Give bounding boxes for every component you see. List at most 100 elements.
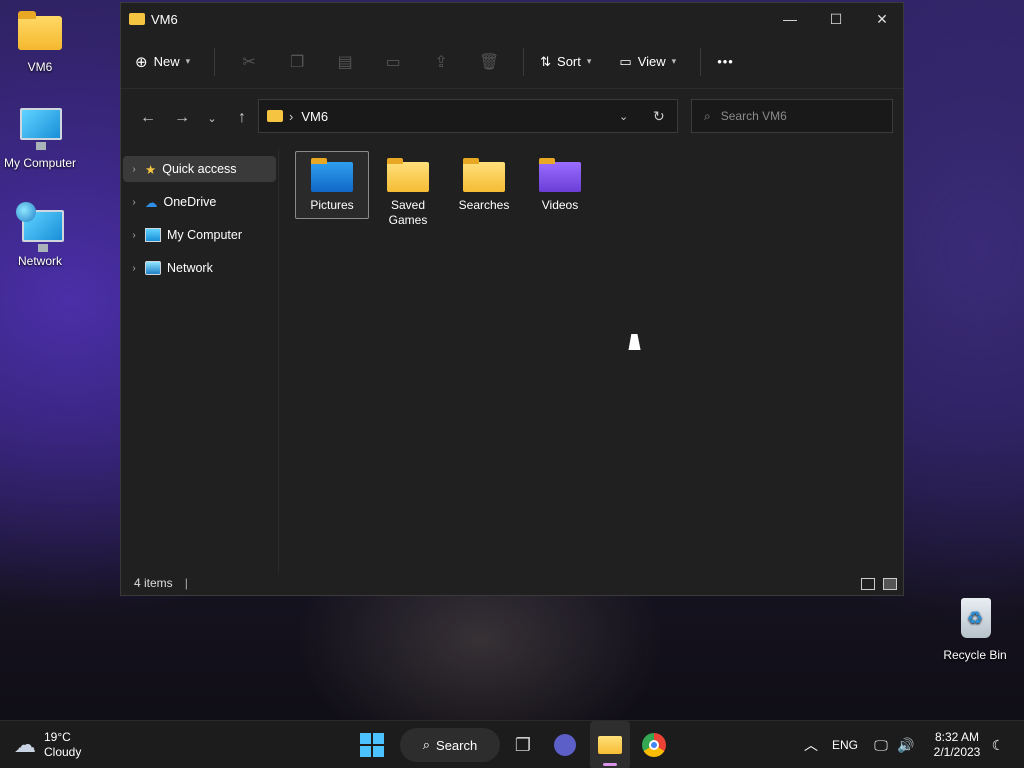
chevron-right-icon[interactable]: › xyxy=(123,164,145,175)
maximize-button[interactable]: ☐ xyxy=(813,3,859,35)
close-button[interactable]: ✕ xyxy=(859,3,905,35)
view-button[interactable]: ▭ View ▾ xyxy=(619,54,676,70)
start-button[interactable] xyxy=(354,721,390,768)
desktop-icon-label: Recycle Bin xyxy=(943,648,1007,662)
toolbar-divider xyxy=(523,47,525,76)
computer-icon xyxy=(16,104,64,152)
network-icon xyxy=(145,261,161,275)
breadcrumb-vm6[interactable]: VM6 xyxy=(301,109,328,124)
file-item-label: Searches xyxy=(458,198,510,212)
computer-icon xyxy=(145,228,161,242)
cloud-icon: ☁ xyxy=(145,195,158,210)
weather-temp: 19°C xyxy=(44,730,71,744)
rename-icon[interactable]: ▭ xyxy=(369,52,417,72)
sidebar-item-onedrive[interactable]: › ☁ OneDrive xyxy=(123,189,276,215)
windows-logo-icon xyxy=(360,733,384,757)
weather-widget[interactable]: ☁ 19°C Cloudy xyxy=(14,721,104,768)
navigation-pane: › ★ Quick access › ☁ OneDrive › My Compu… xyxy=(121,149,279,573)
breadcrumb-separator-icon: › xyxy=(289,108,294,124)
plus-circle-icon: ⊕ xyxy=(135,53,148,71)
cloud-icon: ☁ xyxy=(14,732,36,757)
address-history-chevron-icon[interactable]: ⌄ xyxy=(619,110,628,123)
sidebar-item-network[interactable]: › Network xyxy=(123,255,276,281)
taskbar-search-button[interactable]: ⌕ Search xyxy=(398,721,502,768)
clock-time: 8:32 AM xyxy=(934,730,980,744)
sidebar-item-label: OneDrive xyxy=(163,195,217,209)
chevron-right-icon[interactable]: › xyxy=(123,197,145,208)
language-indicator[interactable]: ENG xyxy=(826,721,864,768)
address-bar[interactable]: › VM6 ⌄ ↻ xyxy=(258,99,678,133)
folder-icon xyxy=(129,13,145,25)
status-bar: 4 items | xyxy=(121,571,903,595)
file-item-pictures[interactable]: Pictures xyxy=(295,151,369,219)
large-icons-view-icon[interactable] xyxy=(883,578,897,590)
clock[interactable]: 8:32 AM 2/1/2023 xyxy=(924,721,990,768)
chevron-down-icon: ▾ xyxy=(586,56,592,66)
file-item-label: Saved Games xyxy=(388,198,428,227)
toolbar-divider xyxy=(214,47,216,76)
desktop-icon-vm6[interactable]: VM6 xyxy=(0,8,80,74)
chevron-right-icon[interactable]: › xyxy=(123,263,145,274)
cut-icon[interactable]: ✂ xyxy=(225,52,273,72)
desktop-icon-my-computer[interactable]: My Computer xyxy=(0,104,80,170)
view-label: View xyxy=(637,54,666,69)
file-item-searches[interactable]: Searches xyxy=(447,151,521,219)
sidebar-item-quick-access[interactable]: › ★ Quick access xyxy=(123,156,276,182)
new-button[interactable]: ⊕ New ▾ xyxy=(135,53,190,71)
toolbar-divider xyxy=(700,47,702,76)
paste-icon[interactable]: ▤ xyxy=(321,52,369,72)
file-item-saved-games[interactable]: Saved Games xyxy=(371,151,445,227)
copy-icon[interactable]: ❐ xyxy=(273,52,321,72)
clock-date: 2/1/2023 xyxy=(933,745,981,759)
new-label: New xyxy=(153,54,180,69)
desktop-icon-recycle-bin[interactable]: Recycle Bin xyxy=(936,596,1014,662)
network-status-icon[interactable]: 🖵 xyxy=(870,721,892,768)
file-item-label: Videos xyxy=(541,198,579,212)
star-icon: ★ xyxy=(145,162,157,177)
chat-icon[interactable] xyxy=(548,721,582,768)
volume-icon[interactable]: 🔊 xyxy=(894,721,918,768)
recent-locations-chevron-icon[interactable]: ⌄ xyxy=(197,112,227,125)
refresh-icon[interactable]: ↻ xyxy=(653,108,665,125)
delete-icon[interactable]: 🗑 xyxy=(465,52,513,72)
sort-label: Sort xyxy=(557,54,581,69)
share-icon[interactable]: ⇪ xyxy=(417,52,465,72)
command-bar: ⊕ New ▾ ✂ ❐ ▤ ▭ ⇪ 🗑 ⇅ Sort ▾ ▭ View ▾ ••… xyxy=(121,35,903,89)
recycle-bin-icon xyxy=(951,596,999,644)
task-view-icon[interactable]: ❐ xyxy=(506,721,540,768)
desktop-icon-network[interactable]: Network xyxy=(0,202,80,268)
window-title: VM6 xyxy=(151,11,178,27)
more-options-button[interactable]: ••• xyxy=(717,54,734,69)
minimize-button[interactable]: — xyxy=(767,3,813,35)
forward-arrow-icon[interactable]: → xyxy=(167,109,197,127)
show-hidden-icons-chevron-icon[interactable]: ︿ xyxy=(800,721,822,768)
sidebar-item-my-computer[interactable]: › My Computer xyxy=(123,222,276,248)
back-arrow-icon[interactable]: ← xyxy=(133,109,163,127)
chevron-right-icon[interactable]: › xyxy=(123,230,145,241)
file-explorer-taskbar-icon[interactable] xyxy=(590,721,630,768)
desktop-icon-label: VM6 xyxy=(27,60,53,74)
search-box[interactable]: ⌕ Search VM6 xyxy=(691,99,893,133)
sort-icon: ⇅ xyxy=(540,53,552,69)
file-item-label: Pictures xyxy=(310,198,354,212)
file-explorer-window: VM6 — ☐ ✕ ⊕ New ▾ ✂ ❐ ▤ ▭ ⇪ 🗑 ⇅ Sort ▾ ▭… xyxy=(120,2,904,596)
sort-button[interactable]: ⇅ Sort ▾ xyxy=(540,54,591,70)
folder-icon xyxy=(267,110,283,122)
up-arrow-icon[interactable]: ↑ xyxy=(227,109,257,127)
file-item-videos[interactable]: Videos xyxy=(523,151,597,219)
videos-folder-icon xyxy=(539,158,581,192)
folder-icon xyxy=(463,158,505,192)
desktop-icon-label: Network xyxy=(17,254,62,268)
details-view-icon[interactable] xyxy=(861,578,875,590)
search-icon: ⌕ xyxy=(422,737,431,752)
focus-assist-moon-icon[interactable]: ☾ xyxy=(988,721,1008,768)
chrome-icon[interactable] xyxy=(636,721,672,768)
sidebar-item-label: Quick access xyxy=(162,162,237,176)
taskbar-search-label: Search xyxy=(436,737,478,753)
desktop-icon-label: My Computer xyxy=(3,156,77,170)
search-icon: ⌕ xyxy=(704,108,711,123)
folder-icon xyxy=(16,8,64,56)
network-icon xyxy=(16,202,64,252)
pictures-folder-icon xyxy=(311,158,353,192)
item-count: 4 items xyxy=(134,576,173,590)
